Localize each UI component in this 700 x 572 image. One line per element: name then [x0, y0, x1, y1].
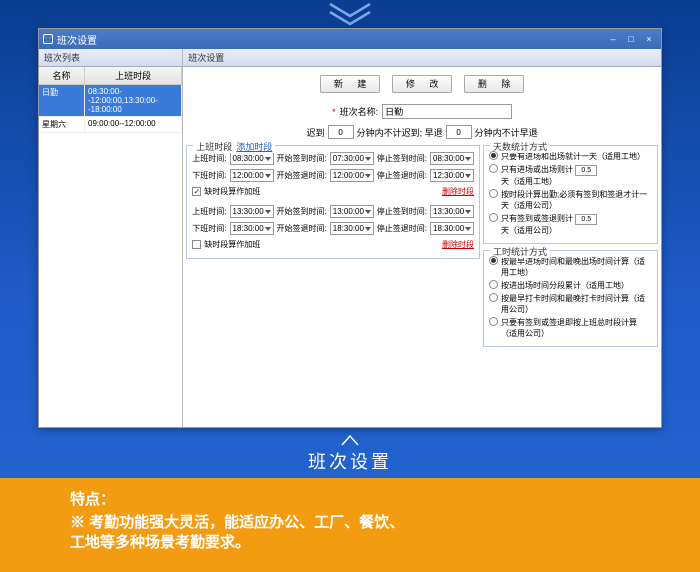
minimize-button[interactable]: –	[605, 32, 621, 46]
signin-start-input[interactable]: 07:30:00	[330, 152, 374, 165]
hour-stat-radio-2[interactable]	[489, 280, 498, 289]
signout-start-input[interactable]: 18:30:00	[330, 222, 374, 235]
signout-end-input[interactable]: 18:30:00	[430, 222, 474, 235]
time-segments-fieldset: 上班时段添加时段 上班时间:08:30:00 开始签到时间:07:30:00 停…	[186, 145, 480, 259]
hour-stats-title: 工时统计方式	[490, 245, 550, 258]
window-title: 班次设置	[57, 32, 97, 47]
app-icon	[43, 34, 53, 44]
day-stat-radio-3[interactable]	[489, 189, 498, 198]
off-time-input[interactable]: 12:00:00	[230, 169, 274, 182]
signin-start-input[interactable]: 13:00:00	[330, 205, 374, 218]
add-segment-link[interactable]: 添加时段	[236, 142, 272, 152]
late-label: 迟到	[307, 126, 325, 139]
partial-day-input-2[interactable]: 0.5	[575, 214, 597, 225]
signout-start-input[interactable]: 12:00:00	[330, 169, 374, 182]
shift-grid: 名称 上班时段 日勤 08:30:00--12:00:00,13:30:00--…	[39, 67, 182, 133]
early-minutes-input[interactable]: 0	[446, 125, 472, 139]
signout-end-input[interactable]: 12:30:00	[430, 169, 474, 182]
late-minutes-input[interactable]: 0	[328, 125, 354, 139]
col-name[interactable]: 名称	[39, 67, 85, 84]
delete-segment-link[interactable]: 删除时段	[442, 239, 474, 250]
shift-settings-window: 班次设置 – □ × 班次列表 名称 上班时段 日勤 08:30:00--12:…	[38, 28, 662, 428]
close-button[interactable]: ×	[641, 32, 657, 46]
col-time[interactable]: 上班时段	[85, 67, 182, 84]
shift-list-panel: 班次列表 名称 上班时段 日勤 08:30:00--12:00:00,13:30…	[39, 49, 183, 427]
overtime-checkbox[interactable]	[192, 240, 201, 249]
hour-stats-fieldset: 工时统计方式 按最早进场时间和最晚出场时间计算（适用工地） 按进出场时间分段累计…	[483, 250, 658, 347]
day-stat-radio-4[interactable]	[489, 213, 498, 222]
hour-stat-radio-1[interactable]	[489, 256, 498, 265]
late-suffix: 分钟内不计迟到; 早退	[357, 126, 443, 139]
hour-stat-radio-3[interactable]	[489, 293, 498, 302]
feature-title: 特点：	[70, 488, 630, 509]
early-suffix: 分钟内不计早退	[475, 126, 538, 139]
titlebar: 班次设置 – □ ×	[39, 29, 661, 49]
partial-day-input[interactable]: 0.5	[575, 165, 597, 176]
day-stats-fieldset: 天数统计方式 只要有进场和出场就计一天（适用工地） 只有进场或出场则计 0.5 …	[483, 145, 658, 244]
day-stats-title: 天数统计方式	[490, 140, 550, 153]
signin-end-input[interactable]: 08:30:00	[430, 152, 474, 165]
chevron-down-decoration	[326, 2, 374, 28]
delete-button[interactable]: 删 除	[464, 75, 524, 93]
shift-name-label: 班次名称:	[340, 105, 379, 118]
feature-banner: 特点： ※ 考勤功能强大灵活，能适应办公、工厂、餐饮、工地等多种场景考勤要求。	[0, 478, 700, 572]
maximize-button[interactable]: □	[623, 32, 639, 46]
table-row[interactable]: 星期六 09:00:00--12:00:00	[39, 117, 182, 133]
hour-stat-radio-4[interactable]	[489, 317, 498, 326]
day-stat-radio-2[interactable]	[489, 164, 498, 173]
slide-caption: 班次设置	[0, 448, 700, 474]
off-time-input[interactable]: 18:30:00	[230, 222, 274, 235]
overtime-checkbox[interactable]	[192, 187, 201, 196]
work-time-input[interactable]: 13:30:00	[230, 205, 274, 218]
required-mark: *	[332, 107, 336, 117]
shift-name-input[interactable]	[382, 104, 512, 119]
work-time-input[interactable]: 08:30:00	[230, 152, 274, 165]
new-button[interactable]: 新 建	[320, 75, 380, 93]
shift-config-panel: 班次设置 新 建 修 改 删 除 * 班次名称: 迟到 0 分钟内不计迟到; 早…	[183, 49, 661, 427]
segments-title: 上班时段	[196, 142, 232, 152]
shift-config-header: 班次设置	[183, 49, 661, 67]
feature-text: ※ 考勤功能强大灵活，能适应办公、工厂、餐饮、工地等多种场景考勤要求。	[70, 513, 630, 553]
day-stat-radio-1[interactable]	[489, 151, 498, 160]
signin-end-input[interactable]: 13:30:00	[430, 205, 474, 218]
table-row[interactable]: 日勤 08:30:00--12:00:00,13:30:00--18:00:00	[39, 85, 182, 117]
edit-button[interactable]: 修 改	[392, 75, 452, 93]
shift-list-header: 班次列表	[39, 49, 182, 67]
delete-segment-link[interactable]: 删除时段	[442, 186, 474, 197]
